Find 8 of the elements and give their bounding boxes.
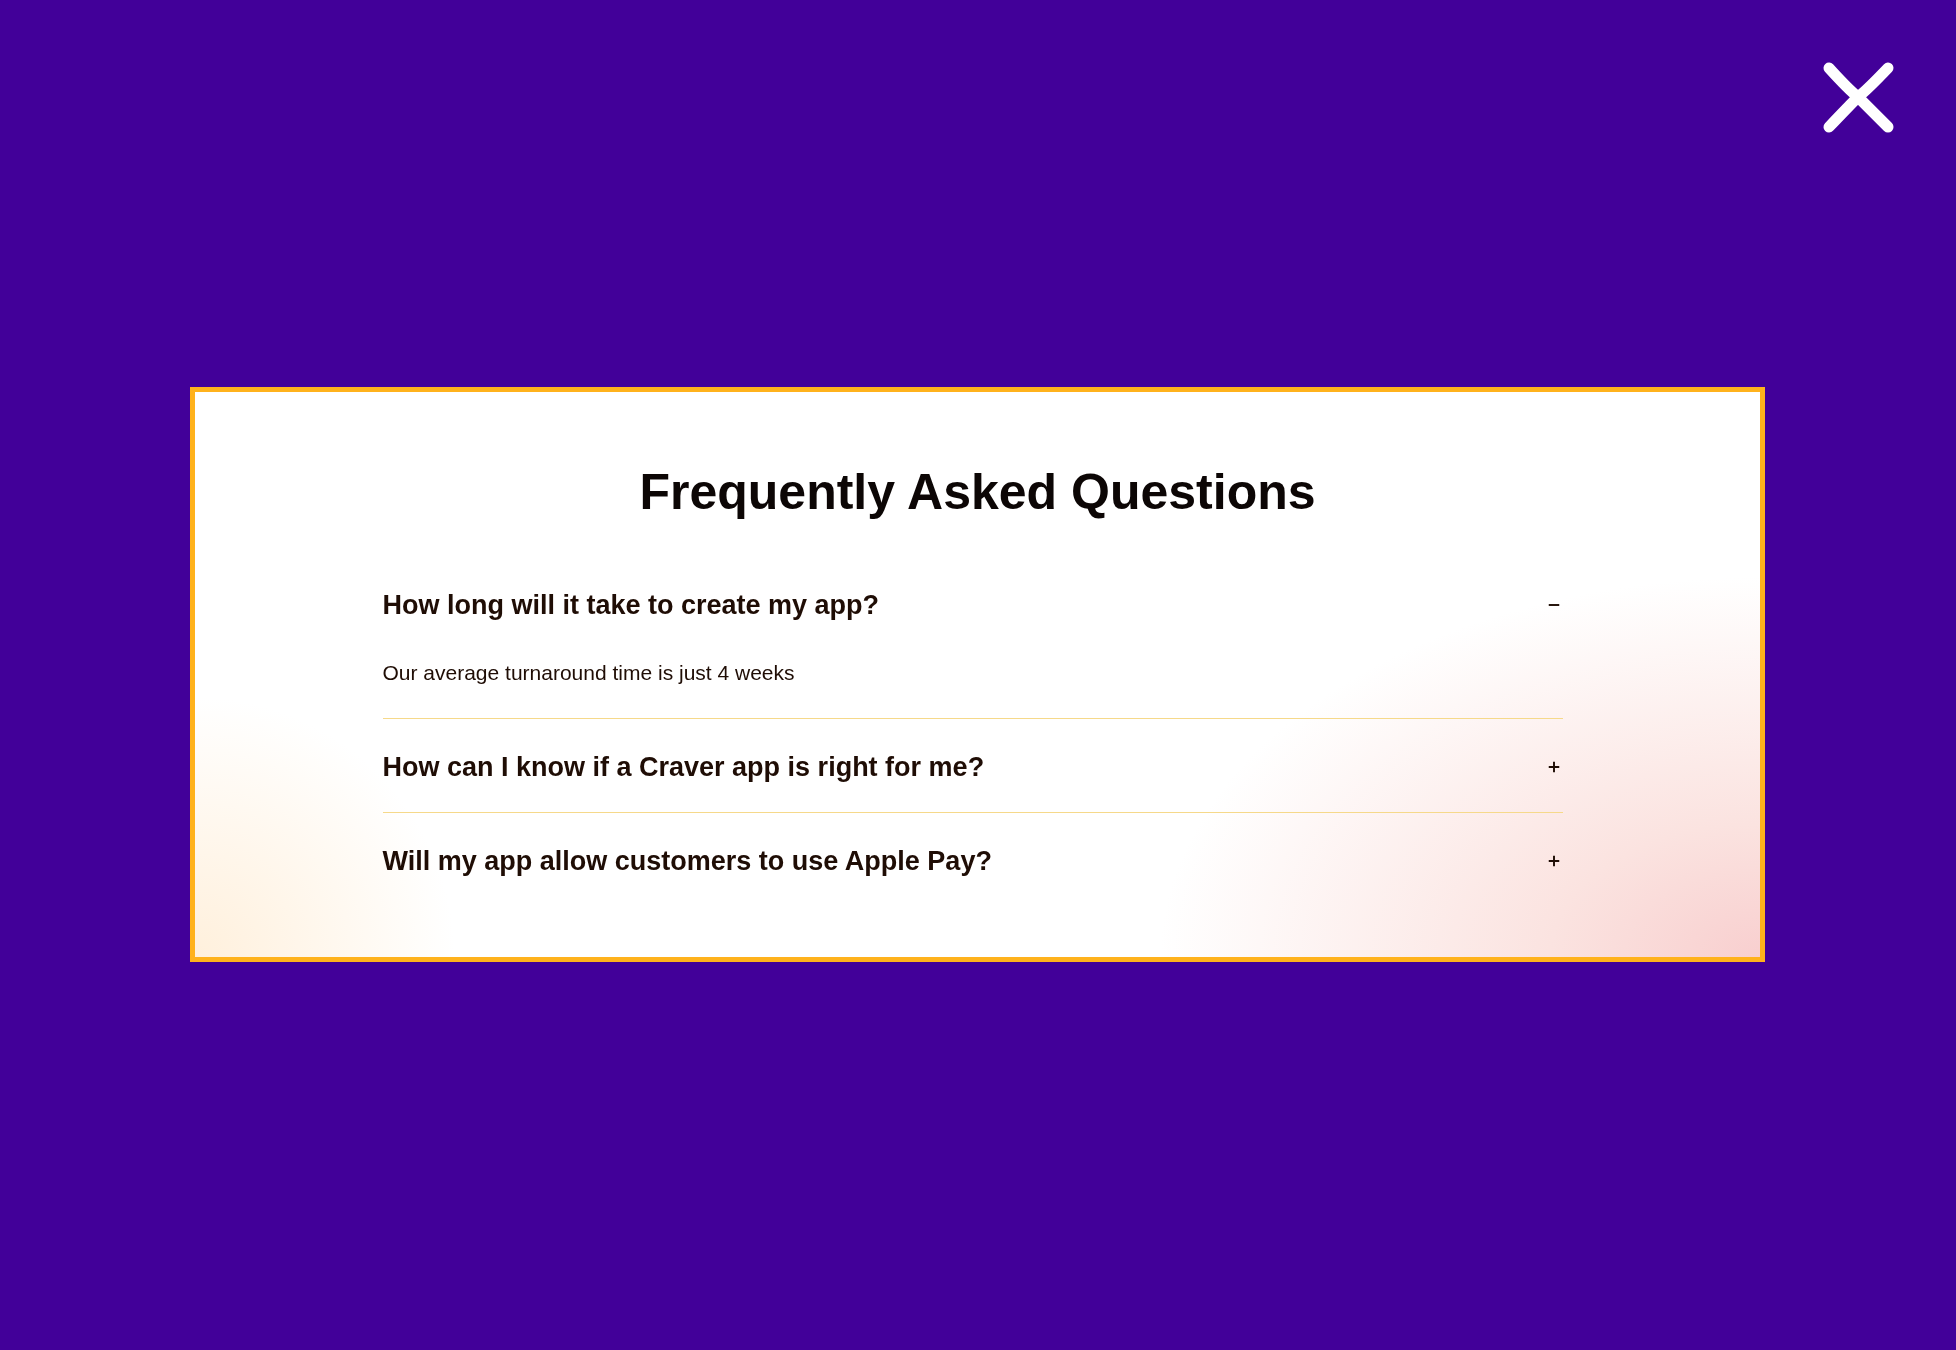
faq-question[interactable]: How can I know if a Craver app is right for me?	[382, 751, 985, 783]
faq-answer: Our average turnaround time is just 4 weeks	[382, 660, 796, 686]
faq-question[interactable]: Will my app allow customers to use Apple Pay?	[382, 845, 992, 877]
plus-icon[interactable]	[1546, 854, 1561, 868]
logo-icon	[1821, 60, 1896, 135]
faq-title: Frequently Asked Questions	[639, 463, 1316, 522]
plus-icon[interactable]	[1546, 760, 1561, 774]
faq-question[interactable]: How long will it take to create my app?	[382, 589, 880, 621]
